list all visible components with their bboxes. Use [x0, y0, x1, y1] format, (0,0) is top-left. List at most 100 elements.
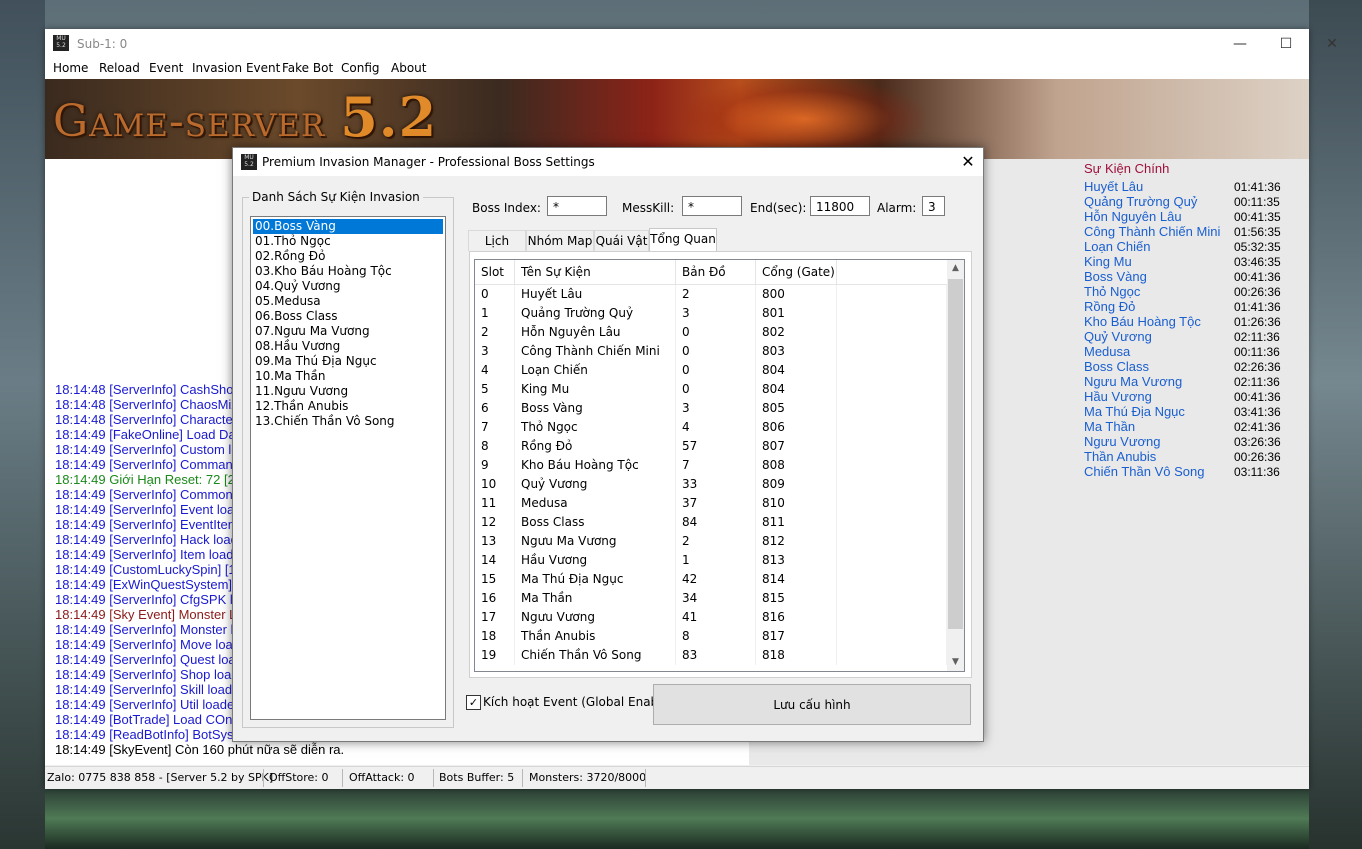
- cell-slot: 4: [475, 361, 515, 380]
- cell-empty: [837, 589, 947, 608]
- messkill-input[interactable]: *: [682, 196, 742, 216]
- table-row[interactable]: 12 Boss Class 84 811: [475, 513, 947, 532]
- end-sec-label: End(sec):: [750, 201, 807, 215]
- event-list-item[interactable]: 00.Boss Vàng: [252, 218, 444, 235]
- alarm-input[interactable]: 3: [922, 196, 945, 216]
- menu-event[interactable]: Event: [149, 61, 183, 75]
- dialog-close-button[interactable]: ✕: [953, 148, 983, 176]
- scroll-thumb[interactable]: [948, 279, 963, 629]
- event-list-item[interactable]: 01.Thỏ Ngọc: [253, 234, 443, 249]
- tab-lich-trinh[interactable]: Lịch trình: [468, 230, 526, 268]
- event-schedule-time: 00:11:36: [1234, 345, 1280, 359]
- menu-bar: Home Reload Event Invasion Event Fake Bo…: [45, 59, 1309, 79]
- close-window-button[interactable]: ✕: [1309, 29, 1355, 59]
- event-schedule-name: Boss Vàng: [1084, 269, 1147, 284]
- cell-gate: 814: [756, 570, 837, 589]
- maximize-button[interactable]: ☐: [1263, 29, 1309, 59]
- event-list-item[interactable]: 04.Quỷ Vương: [253, 279, 443, 294]
- table-row[interactable]: 9 Kho Báu Hoàng Tộc 7 808: [475, 456, 947, 475]
- tab-tong-quan[interactable]: Tổng Quan: [649, 228, 717, 252]
- dialog-title: Premium Invasion Manager - Professional …: [262, 155, 595, 169]
- menu-config[interactable]: Config: [341, 61, 380, 75]
- event-schedule-name: Thỏ Ngọc: [1084, 284, 1141, 299]
- event-list-item[interactable]: 05.Medusa: [253, 294, 443, 309]
- table-row[interactable]: 6 Boss Vàng 3 805: [475, 399, 947, 418]
- global-enable-label[interactable]: Kích hoạt Event (Global Enable): [483, 695, 674, 709]
- table-row[interactable]: 1 Quảng Trường Quỷ 3 801: [475, 304, 947, 323]
- event-list-item[interactable]: 12.Thần Anubis: [253, 399, 443, 414]
- menu-home[interactable]: Home: [53, 61, 88, 75]
- table-row[interactable]: 18 Thần Anubis 8 817: [475, 627, 947, 646]
- menu-fake-bot[interactable]: Fake Bot: [282, 61, 333, 75]
- table-row[interactable]: 15 Ma Thú Địa Ngục 42 814: [475, 570, 947, 589]
- event-list-item[interactable]: 07.Ngưu Ma Vương: [253, 324, 443, 339]
- table-row[interactable]: 4 Loạn Chiến 0 804: [475, 361, 947, 380]
- log-line: 18:14:49 [ServerInfo] Item loade: [55, 547, 241, 562]
- event-schedule-time: 03:46:35: [1234, 255, 1281, 269]
- header-slot[interactable]: Slot: [475, 260, 515, 284]
- minimize-button[interactable]: —: [1217, 29, 1263, 59]
- log-line: 18:14:49 [ServerInfo] Event load: [55, 502, 242, 517]
- event-schedule-name: Loạn Chiến: [1084, 239, 1151, 254]
- cell-map: 0: [676, 323, 756, 342]
- table-row[interactable]: 14 Hầu Vương 1 813: [475, 551, 947, 570]
- cell-slot: 16: [475, 589, 515, 608]
- scroll-down-icon[interactable]: ▼: [947, 654, 964, 671]
- event-schedule-name: Ma Thú Địa Ngục: [1084, 404, 1185, 419]
- end-sec-input[interactable]: 11800: [810, 196, 870, 216]
- cell-empty: [837, 304, 947, 323]
- event-schedule-name: Công Thành Chiến Mini: [1084, 224, 1221, 239]
- table-row[interactable]: 17 Ngưu Vương 41 816: [475, 608, 947, 627]
- log-line: 18:14:49 [ServerInfo] Shop load: [55, 667, 239, 682]
- cell-map: 0: [676, 361, 756, 380]
- event-list[interactable]: 00.Boss Vàng 01.Thỏ Ngọc 02.Rồng Đỏ 03.Kho …: [250, 216, 446, 720]
- cell-event-name: Ma Thần: [515, 589, 676, 608]
- desktop-background-left: [0, 0, 45, 849]
- menu-invasion-event[interactable]: Invasion Event: [192, 61, 280, 75]
- cell-event-name: Huyết Lâu: [515, 285, 676, 304]
- banner-logo-text: Game-server: [53, 96, 326, 147]
- header-event-name[interactable]: Tên Sự Kiện: [515, 260, 676, 284]
- status-separator: [342, 769, 343, 787]
- event-list-item[interactable]: 02.Rồng Đỏ: [253, 249, 443, 264]
- table-row[interactable]: 8 Rồng Đỏ 57 807: [475, 437, 947, 456]
- table-row[interactable]: 7 Thỏ Ngọc 4 806: [475, 418, 947, 437]
- cell-gate: 817: [756, 627, 837, 646]
- app-icon: MU 5.2: [53, 35, 69, 51]
- menu-about[interactable]: About: [391, 61, 426, 75]
- log-line: 18:14:49 [ServerInfo] Move load: [55, 637, 241, 652]
- table-row[interactable]: 16 Ma Thần 34 815: [475, 589, 947, 608]
- log-line: 18:14:49 [BotTrade] Load COnfi: [55, 712, 239, 727]
- log-line: 18:14:49 [ServerInfo] Quest load: [55, 652, 243, 667]
- event-schedule-name: Chiến Thần Vô Song: [1084, 464, 1205, 479]
- table-scrollbar[interactable]: ▲ ▼: [947, 260, 964, 671]
- table-row[interactable]: 13 Ngưu Ma Vương 2 812: [475, 532, 947, 551]
- save-config-button[interactable]: Lưu cấu hình: [653, 684, 971, 725]
- table-row[interactable]: 5 King Mu 0 804: [475, 380, 947, 399]
- scroll-up-icon[interactable]: ▲: [947, 260, 964, 277]
- table-row[interactable]: 2 Hỗn Nguyên Lâu 0 802: [475, 323, 947, 342]
- global-enable-checkbox[interactable]: ✓: [466, 695, 481, 710]
- table-row[interactable]: 11 Medusa 37 810: [475, 494, 947, 513]
- boss-index-input[interactable]: *: [547, 196, 607, 216]
- main-titlebar: MU 5.2 Sub-1: 0 — ☐ ✕: [45, 29, 1338, 59]
- tab-nhom-map[interactable]: Nhóm Map: [526, 230, 594, 251]
- header-map[interactable]: Bản Đồ: [676, 260, 756, 284]
- table-row[interactable]: 10 Quỷ Vương 33 809: [475, 475, 947, 494]
- cell-empty: [837, 399, 947, 418]
- event-list-item[interactable]: 06.Boss Class: [253, 309, 443, 324]
- status-offattack: OffAttack: 0: [349, 771, 415, 784]
- event-list-item[interactable]: 09.Ma Thú Địa Ngục: [253, 354, 443, 369]
- event-list-item[interactable]: 03.Kho Báu Hoàng Tộc: [253, 264, 443, 279]
- event-list-item[interactable]: 08.Hầu Vương: [253, 339, 443, 354]
- event-list-item[interactable]: 10.Ma Thần: [253, 369, 443, 384]
- cell-event-name: Medusa: [515, 494, 676, 513]
- table-row[interactable]: 3 Công Thành Chiến Mini 0 803: [475, 342, 947, 361]
- tab-quai-vat[interactable]: Quái Vật: [594, 230, 649, 251]
- event-list-item[interactable]: 11.Ngưu Vương: [253, 384, 443, 399]
- table-row[interactable]: 0 Huyết Lâu 2 800: [475, 285, 947, 304]
- menu-reload[interactable]: Reload: [99, 61, 140, 75]
- event-list-item[interactable]: 13.Chiến Thần Vô Song: [253, 414, 443, 429]
- table-row[interactable]: 19 Chiến Thần Vô Song 83 818: [475, 646, 947, 665]
- header-gate[interactable]: Cổng (Gate): [756, 260, 837, 284]
